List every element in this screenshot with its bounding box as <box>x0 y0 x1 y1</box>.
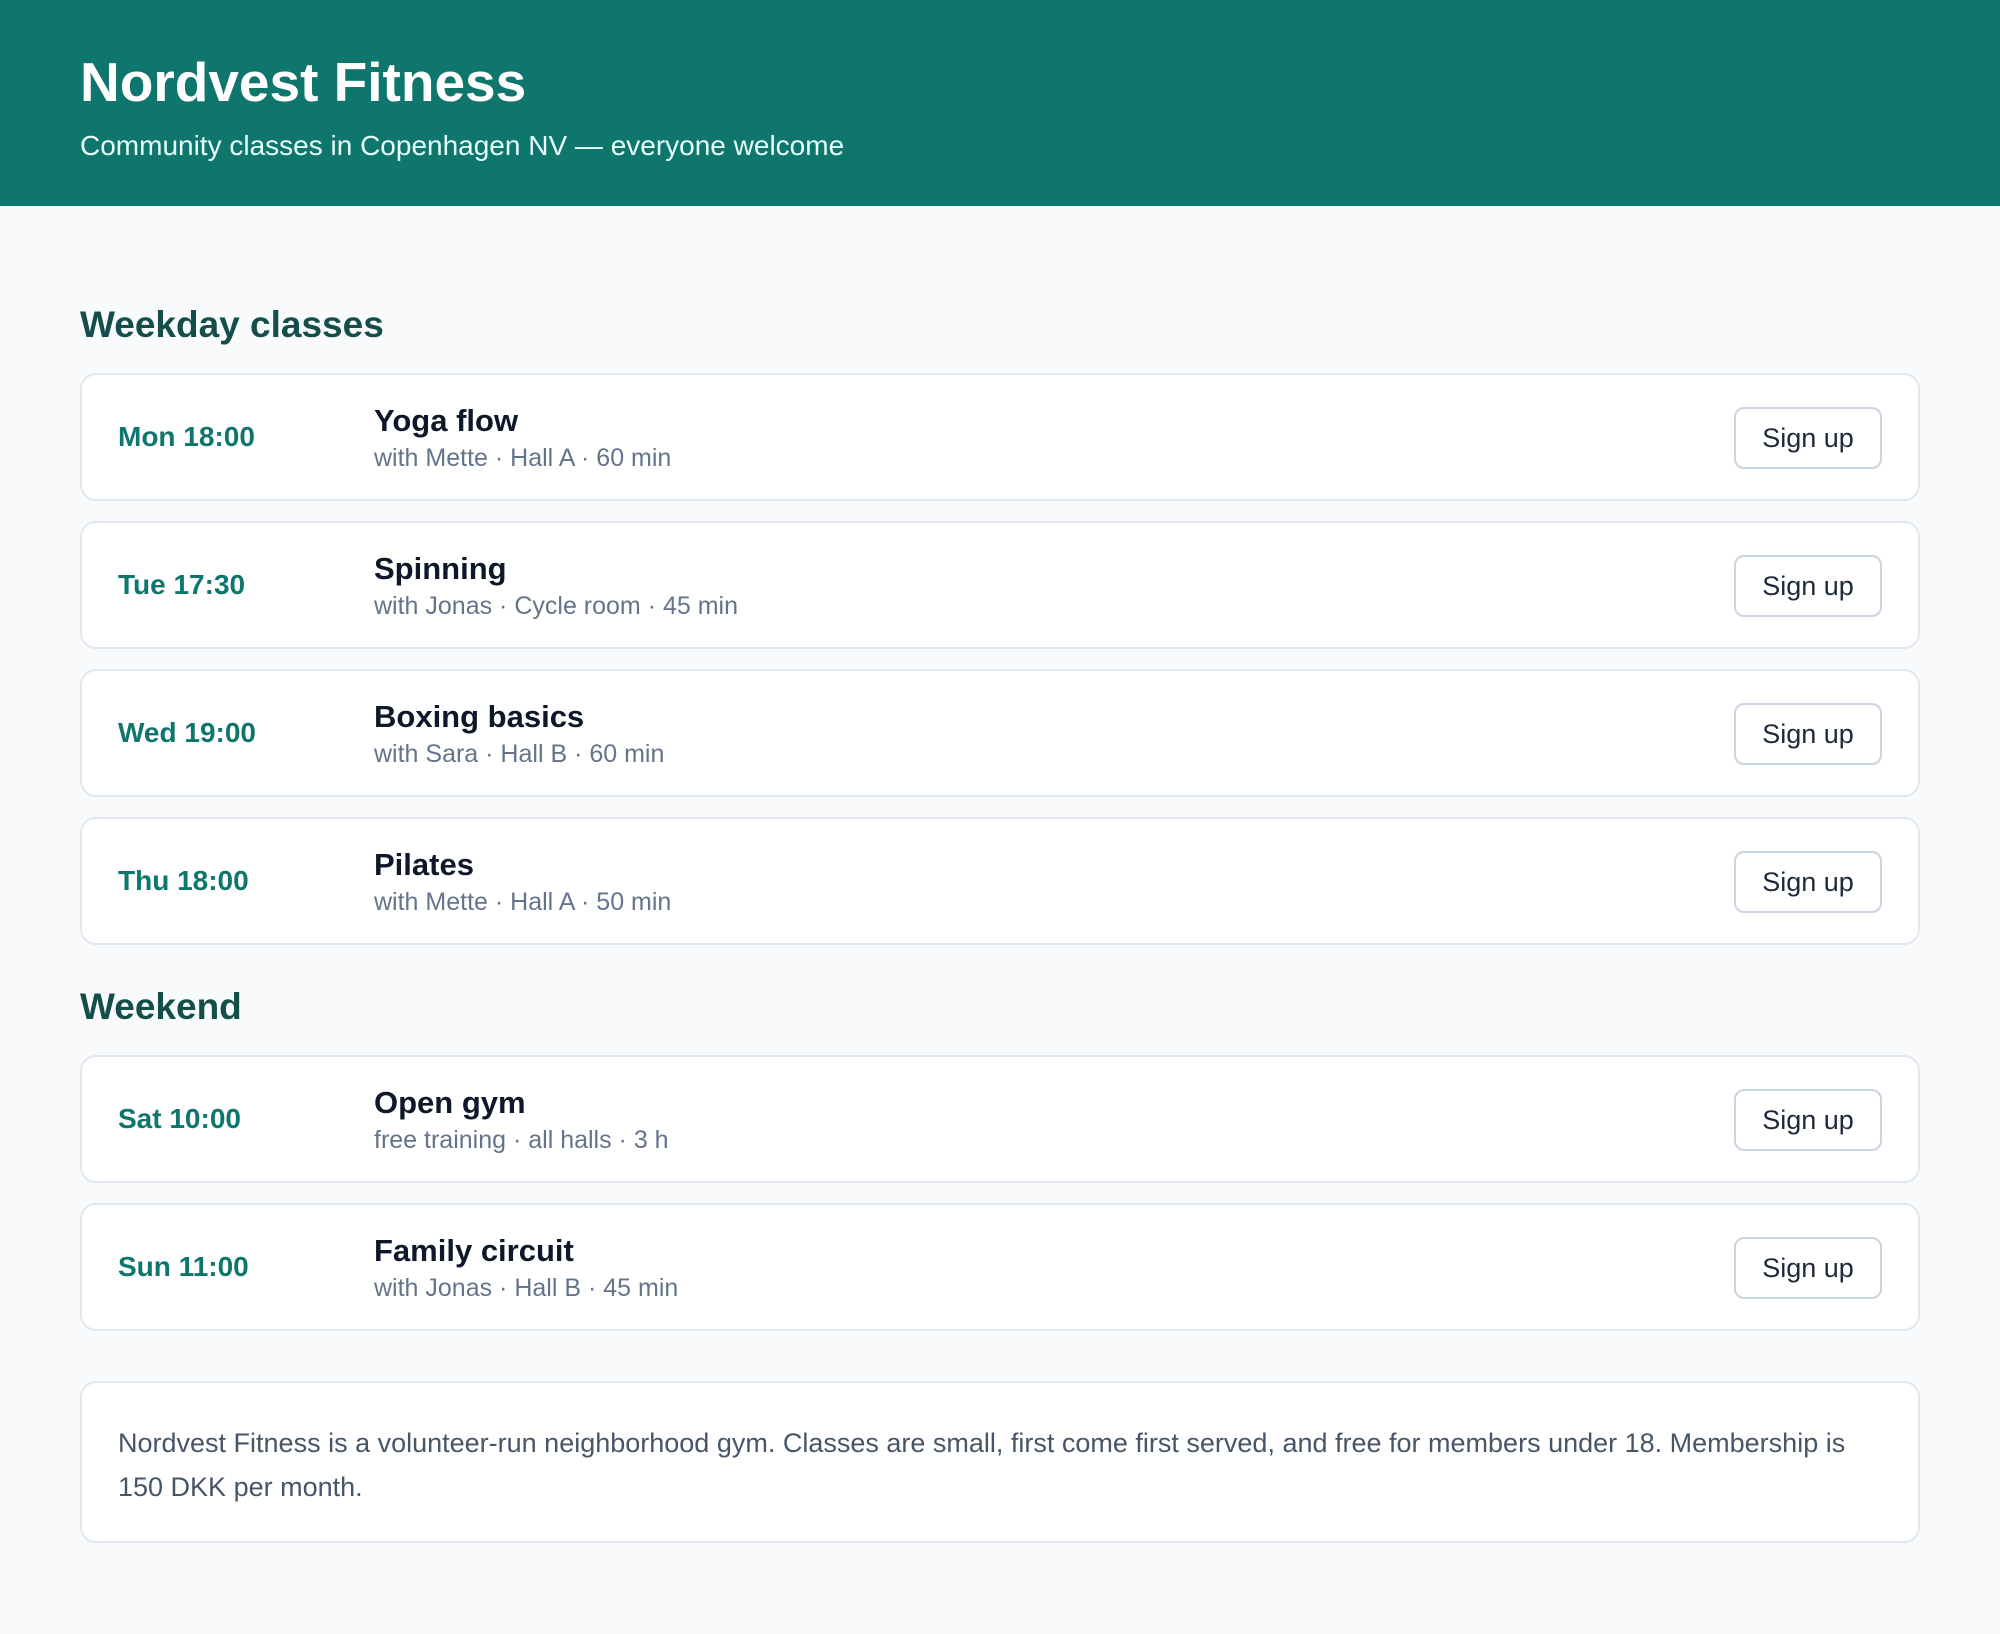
sign-up-button[interactable]: Sign up <box>1734 407 1882 469</box>
sign-up-button[interactable]: Sign up <box>1734 555 1882 617</box>
site-title: Nordvest Fitness <box>80 51 527 113</box>
class-details: with Jonas · Cycle room · 45 min <box>374 592 739 620</box>
class-time: Tue 17:30 <box>118 569 246 600</box>
class-row: Sat 10:00 Open gym free training · all h… <box>80 1055 1920 1183</box>
class-time: Thu 18:00 <box>118 865 249 896</box>
site-header: Nordvest Fitness Community classes in Co… <box>0 0 2000 206</box>
class-time: Sun 11:00 <box>118 1251 249 1282</box>
class-details: with Mette · Hall A · 60 min <box>374 444 672 472</box>
class-time: Sat 10:00 <box>118 1103 241 1134</box>
class-details: with Jonas · Hall B · 45 min <box>374 1274 679 1302</box>
section-title-weekend: Weekend <box>80 986 242 1027</box>
sign-up-button[interactable]: Sign up <box>1734 851 1882 913</box>
site-subtitle: Community classes in Copenhagen NV — eve… <box>80 130 845 161</box>
class-name: Yoga flow <box>374 403 519 438</box>
class-details: with Sara · Hall B · 60 min <box>374 740 665 768</box>
class-details: with Mette · Hall A · 50 min <box>374 888 672 916</box>
sign-up-button[interactable]: Sign up <box>1734 1089 1882 1151</box>
class-time: Wed 19:00 <box>118 717 256 748</box>
class-row: Tue 17:30 Spinning with Jonas · Cycle ro… <box>80 521 1920 649</box>
sign-up-button[interactable]: Sign up <box>1734 703 1882 765</box>
class-time: Mon 18:00 <box>118 421 255 452</box>
about-text: Nordvest Fitness is a volunteer-run neig… <box>118 1428 1846 1502</box>
class-details: free training · all halls · 3 h <box>374 1126 669 1154</box>
section-title-weekday: Weekday classes <box>80 304 384 345</box>
class-name: Boxing basics <box>374 699 585 734</box>
class-name: Spinning <box>374 551 507 586</box>
class-name: Pilates <box>374 847 474 882</box>
sign-up-button[interactable]: Sign up <box>1734 1237 1882 1299</box>
class-row: Wed 19:00 Boxing basics with Sara · Hall… <box>80 669 1920 797</box>
class-row: Thu 18:00 Pilates with Mette · Hall A · … <box>80 817 1920 945</box>
class-name: Family circuit <box>374 1233 574 1268</box>
about-panel: Nordvest Fitness is a volunteer-run neig… <box>80 1381 1920 1543</box>
class-row: Mon 18:00 Yoga flow with Mette · Hall A … <box>80 373 1920 501</box>
class-name: Open gym <box>374 1085 526 1120</box>
class-row: Sun 11:00 Family circuit with Jonas · Ha… <box>80 1203 1920 1331</box>
